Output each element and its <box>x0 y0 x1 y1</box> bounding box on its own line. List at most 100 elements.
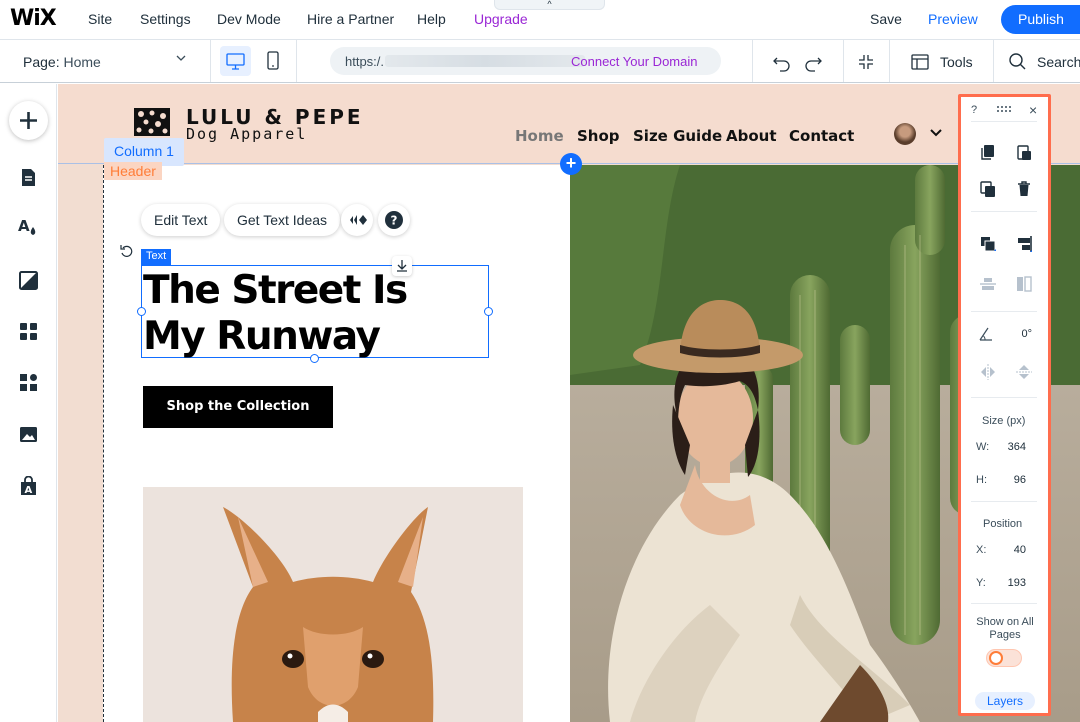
distribute-icon[interactable] <box>979 275 997 293</box>
divider <box>971 501 1037 502</box>
get-text-ideas-button[interactable]: Get Text Ideas <box>224 204 341 236</box>
undo-icon[interactable] <box>772 52 792 72</box>
size-title: Size (px) <box>982 415 1026 427</box>
header-label[interactable]: Header <box>104 162 162 180</box>
avatar[interactable] <box>894 123 916 145</box>
divider <box>971 311 1037 312</box>
nav-about[interactable]: About <box>726 127 777 145</box>
nav-home[interactable]: Home <box>515 127 564 145</box>
resize-handle-right[interactable] <box>484 307 493 316</box>
blurred-url <box>385 55 585 67</box>
zoom-out-icon[interactable] <box>856 52 876 72</box>
arrange-icon[interactable] <box>979 235 997 253</box>
chevron-down-icon[interactable] <box>930 128 942 138</box>
menu-hire-a-partner[interactable]: Hire a Partner <box>307 11 394 27</box>
publish-button[interactable]: Publish <box>1001 5 1080 34</box>
preview-button[interactable]: Preview <box>928 11 978 27</box>
mobile-icon <box>267 51 279 70</box>
flip-vertical-icon[interactable] <box>1015 363 1033 381</box>
copy-icon[interactable] <box>979 143 997 161</box>
hero-headline[interactable]: The Street Is My Runway <box>143 268 408 360</box>
x-value[interactable]: 40 <box>996 544 1026 556</box>
layers-button[interactable]: Layers <box>975 692 1035 710</box>
show-on-all-pages-toggle[interactable] <box>986 649 1022 667</box>
brand-logo-icon <box>134 108 170 136</box>
svg-text:A: A <box>18 217 30 235</box>
animation-button[interactable] <box>341 204 373 236</box>
menu-settings[interactable]: Settings <box>140 11 191 27</box>
site-url-bar[interactable]: https:/. Connect Your Domain <box>330 47 721 75</box>
menu-dev-mode[interactable]: Dev Mode <box>217 11 281 27</box>
page-selector[interactable]: Page: Home <box>0 40 211 82</box>
backgrounds-icon[interactable] <box>18 270 39 291</box>
divider <box>971 121 1037 122</box>
svg-text:A: A <box>25 485 33 496</box>
save-button[interactable]: Save <box>870 11 902 27</box>
menu-help[interactable]: Help <box>417 11 446 27</box>
y-value[interactable]: 193 <box>996 577 1026 589</box>
divider <box>971 397 1037 398</box>
pages-icon[interactable] <box>18 167 39 188</box>
media-icon[interactable] <box>18 424 39 445</box>
app-market-icon[interactable]: A <box>18 476 39 497</box>
top-bar: WiX Site Settings Dev Mode Hire a Partne… <box>0 0 1080 40</box>
match-size-icon[interactable] <box>1015 275 1033 293</box>
show-on-all-pages-label: Show on All Pages <box>976 616 1034 641</box>
chevron-down-icon <box>176 55 186 61</box>
brand-tagline: Dog Apparel <box>186 125 308 143</box>
align-icon[interactable] <box>1015 235 1033 253</box>
add-elements-button[interactable] <box>9 101 48 140</box>
divider <box>889 40 890 82</box>
nav-contact[interactable]: Contact <box>789 127 854 145</box>
redo-icon[interactable] <box>803 52 823 72</box>
divider <box>843 40 844 82</box>
rotate-angle-icon <box>979 327 992 341</box>
hero-headline-line-1: The Street Is <box>143 268 408 313</box>
menu-site[interactable]: Site <box>88 11 112 27</box>
flip-horizontal-icon[interactable] <box>979 363 997 381</box>
search-label: Search <box>1037 54 1080 70</box>
rotate-handle[interactable] <box>118 242 136 260</box>
download-icon <box>397 260 407 272</box>
duplicate-icon[interactable] <box>979 180 997 198</box>
y-label: Y: <box>976 577 986 589</box>
delete-icon[interactable] <box>1015 180 1033 198</box>
close-icon[interactable]: × <box>1029 102 1037 118</box>
paste-icon[interactable] <box>1015 143 1033 161</box>
editor-canvas[interactable]: LULU & PEPE Dog Apparel Home Shop Size G… <box>58 84 1080 722</box>
menu-upgrade[interactable]: Upgrade <box>474 11 528 27</box>
tools-icon <box>911 54 929 70</box>
height-value[interactable]: 96 <box>996 474 1026 486</box>
collapse-toolbar-tab[interactable]: ^ <box>494 0 605 10</box>
tools-button[interactable]: Tools <box>910 52 973 72</box>
stretch-button[interactable] <box>392 256 412 276</box>
help-icon: ? <box>385 211 403 229</box>
divider <box>752 40 753 82</box>
desktop-view-button[interactable] <box>220 46 251 76</box>
business-tools-icon[interactable] <box>18 372 39 393</box>
site-header[interactable]: LULU & PEPE Dog Apparel Home Shop Size G… <box>58 84 1080 164</box>
search-button[interactable]: Search <box>1008 52 1080 72</box>
site-url: https:/. <box>345 54 385 69</box>
drag-handle-icon[interactable] <box>995 103 1013 115</box>
connect-domain-link[interactable]: Connect Your Domain <box>571 54 697 69</box>
resize-handle-left[interactable] <box>137 307 146 316</box>
divider <box>993 40 994 82</box>
selected-text-element[interactable]: The Street Is My Runway <box>141 265 489 360</box>
help-button[interactable]: ? <box>378 204 410 236</box>
nav-shop[interactable]: Shop <box>577 127 620 145</box>
site-design-icon[interactable]: A <box>18 217 39 238</box>
resize-handle-bottom[interactable] <box>310 354 319 363</box>
add-section-button[interactable]: + <box>560 153 582 175</box>
wix-logo[interactable]: WiX <box>10 6 57 31</box>
apps-icon[interactable] <box>18 321 39 342</box>
mobile-view-button[interactable] <box>262 46 284 76</box>
panel-help-icon[interactable]: ? <box>971 104 977 116</box>
nav-size-guide[interactable]: Size Guide <box>633 127 722 145</box>
width-value[interactable]: 364 <box>996 441 1026 453</box>
rotation-value[interactable]: 0° <box>1002 328 1032 340</box>
edit-text-button[interactable]: Edit Text <box>141 204 221 236</box>
shop-the-collection-button[interactable]: Shop the Collection <box>143 386 333 428</box>
dog-photo[interactable] <box>143 487 523 722</box>
height-label: H: <box>976 474 987 486</box>
